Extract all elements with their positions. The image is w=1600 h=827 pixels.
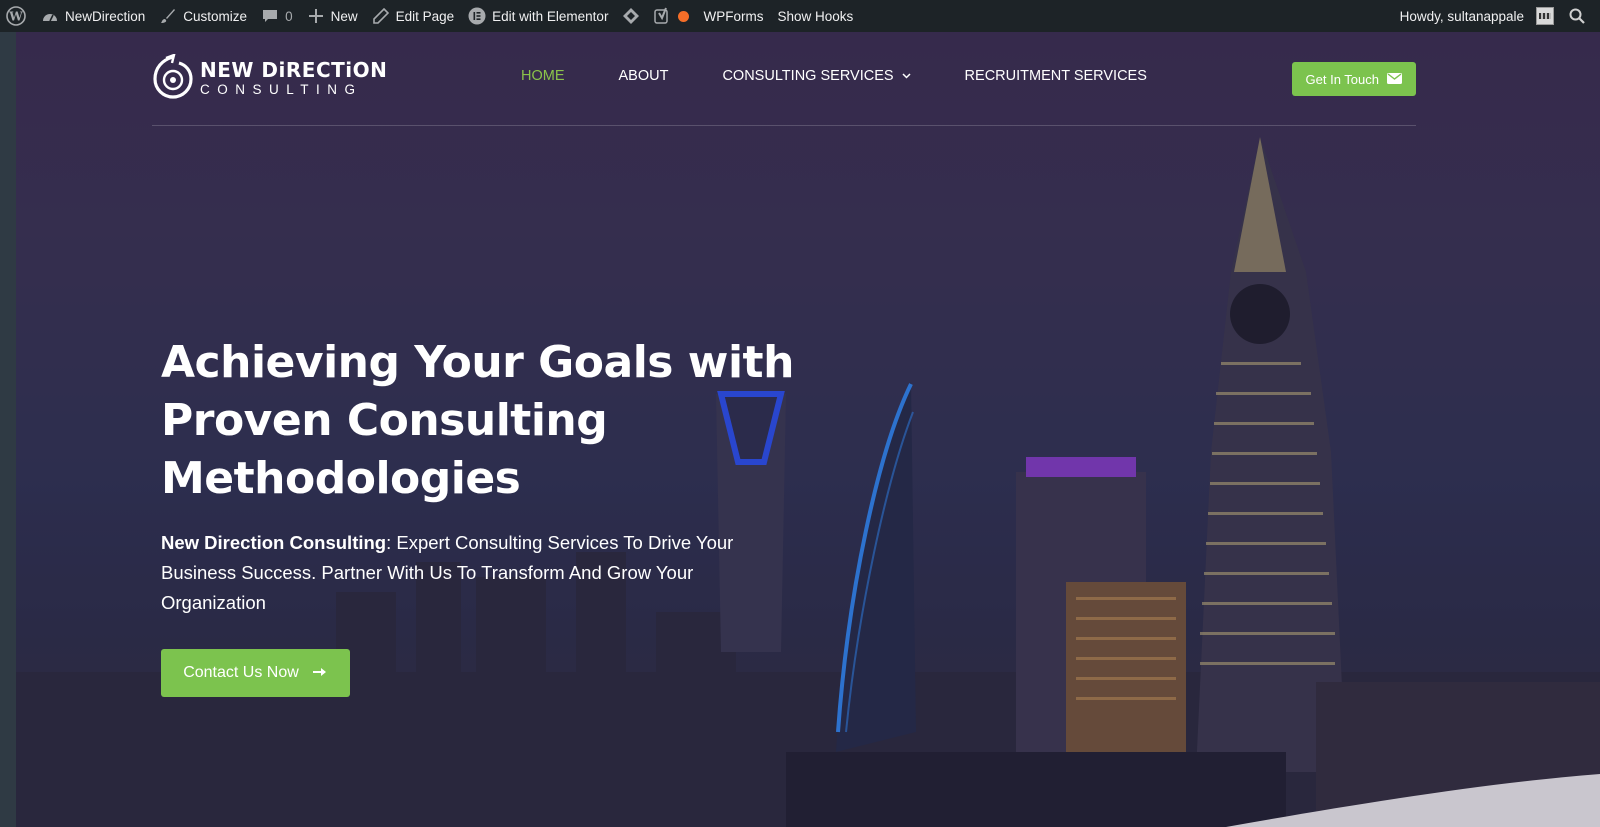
nav-item-about[interactable]: ABOUT xyxy=(592,68,696,84)
svg-text:W: W xyxy=(8,10,23,24)
hero-lead: New Direction Consulting: Expert Consult… xyxy=(161,528,761,618)
nav-item-consulting-services[interactable]: CONSULTING SERVICES xyxy=(695,68,937,84)
elementor-icon xyxy=(468,7,486,25)
adminbar-howdy: Howdy, sultanappale xyxy=(1399,8,1524,24)
avatar xyxy=(1536,7,1554,25)
search-icon xyxy=(1568,7,1586,25)
hero-title-line1: Achieving Your Goals with xyxy=(161,337,794,388)
hero-title-line3: Methodologies xyxy=(161,453,521,504)
adminbar-edit-page-label: Edit Page xyxy=(395,8,455,24)
adminbar-customize[interactable]: Customize xyxy=(152,0,254,32)
nav-item-consulting-label: CONSULTING SERVICES xyxy=(722,68,894,84)
contact-us-button[interactable]: Contact Us Now xyxy=(161,649,350,697)
nav-item-home[interactable]: HOME xyxy=(494,68,592,84)
logo-subtitle: CONSULTING xyxy=(200,81,363,97)
nav-item-home-label: HOME xyxy=(521,68,565,84)
wp-admin-bar: W NewDirection Customize 0 New Edit Page… xyxy=(0,0,1600,32)
adminbar-site-label: NewDirection xyxy=(65,8,146,24)
adminbar-wpforms[interactable]: WPForms xyxy=(696,0,770,32)
yoast-status-dot xyxy=(678,10,690,22)
logo-title: NEW DiRECTiON xyxy=(200,57,388,82)
adminbar-site-link[interactable]: NewDirection xyxy=(34,0,152,32)
adminbar-yoast[interactable] xyxy=(647,0,696,32)
adminbar-edit-page[interactable]: Edit Page xyxy=(365,0,462,32)
pencil-icon xyxy=(372,7,390,25)
adminbar-new-label: New xyxy=(330,8,358,24)
comment-icon xyxy=(261,7,279,25)
site-header: NEW DiRECTiON CONSULTING HOME ABOUT CONS… xyxy=(152,32,1416,126)
hero-title: Achieving Your Goals with Proven Consult… xyxy=(161,334,881,508)
adminbar-comments[interactable]: 0 xyxy=(254,0,300,32)
adminbar-show-hooks-label: Show Hooks xyxy=(777,8,854,24)
yoast-icon xyxy=(654,7,672,25)
brush-icon xyxy=(159,7,177,25)
adminbar-customize-label: Customize xyxy=(183,8,248,24)
adminbar-elementor-label: Edit with Elementor xyxy=(492,8,609,24)
hero-title-line2: Proven Consulting xyxy=(161,395,608,446)
adminbar-search[interactable] xyxy=(1561,0,1600,32)
hero-section: NEW DiRECTiON CONSULTING HOME ABOUT CONS… xyxy=(16,32,1600,827)
envelope-icon xyxy=(1387,72,1402,87)
diamond-icon xyxy=(622,7,640,25)
adminbar-account[interactable]: Howdy, sultanappale xyxy=(1393,0,1561,32)
contact-us-label: Contact Us Now xyxy=(183,664,299,681)
nav-item-recruitment-label: RECRUITMENT SERVICES xyxy=(964,68,1147,84)
adminbar-new[interactable]: New xyxy=(300,0,365,32)
adminbar-diamond[interactable] xyxy=(615,0,647,32)
main-nav: HOME ABOUT CONSULTING SERVICES RECRUITME… xyxy=(494,68,1174,84)
nav-item-recruitment-services[interactable]: RECRUITMENT SERVICES xyxy=(938,68,1174,84)
get-in-touch-label: Get In Touch xyxy=(1305,71,1379,87)
adminbar-comments-count: 0 xyxy=(285,8,293,24)
adminbar-wpforms-label: WPForms xyxy=(703,8,764,24)
logo-mark-icon xyxy=(153,54,193,99)
adminbar-show-hooks[interactable]: Show Hooks xyxy=(770,0,860,32)
nav-item-about-label: ABOUT xyxy=(618,68,669,84)
dashboard-icon xyxy=(41,7,59,25)
hero-lead-brand: New Direction Consulting xyxy=(161,532,387,553)
plus-icon xyxy=(307,7,325,25)
wordpress-logo-icon[interactable]: W xyxy=(0,0,34,32)
left-sidebar-strip xyxy=(0,32,16,827)
get-in-touch-button[interactable]: Get In Touch xyxy=(1291,62,1416,96)
site-logo[interactable]: NEW DiRECTiON CONSULTING xyxy=(152,54,387,102)
adminbar-elementor[interactable]: Edit with Elementor xyxy=(461,0,615,32)
chevron-down-icon xyxy=(902,71,911,82)
arrow-right-icon xyxy=(312,664,328,682)
